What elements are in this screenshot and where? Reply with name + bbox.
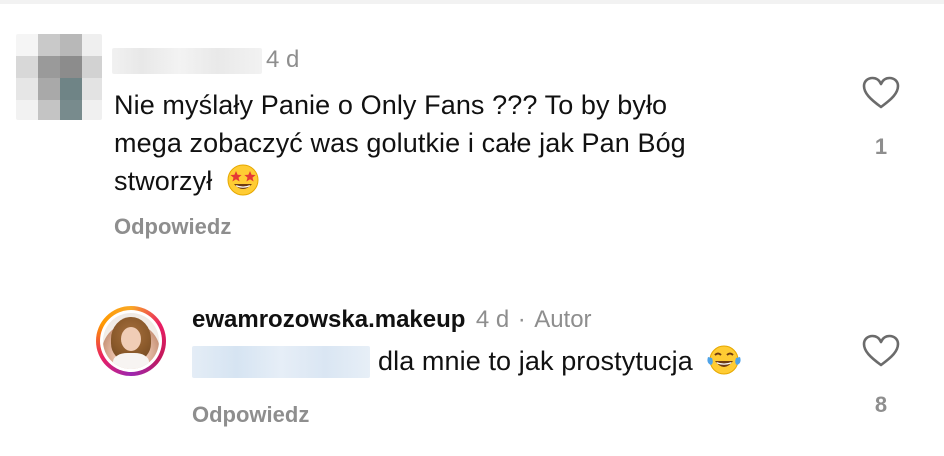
- comment-timestamp: 4 d: [266, 46, 300, 73]
- comment-line-3: stworzył: [114, 166, 213, 196]
- reply-username[interactable]: ewamrozowska.makeup: [192, 306, 465, 333]
- author-badge: Autor: [534, 306, 592, 333]
- star-struck-emoji: [226, 163, 260, 197]
- blurred-username[interactable]: [112, 48, 262, 74]
- avatar: [103, 313, 159, 369]
- like-heart-icon-2[interactable]: [862, 334, 900, 373]
- reply-header: ewamrozowska.makeup 4 d · Autor: [192, 306, 592, 334]
- reply-timestamp: 4 d: [475, 306, 510, 333]
- reply-text-body: dla mnie to jak prostytucja: [378, 346, 693, 376]
- like-count: 1: [874, 134, 888, 159]
- meta-separator: ·: [517, 306, 526, 333]
- blurred-mention[interactable]: [192, 346, 370, 378]
- like-heart-icon[interactable]: [862, 76, 900, 115]
- top-divider: [0, 0, 944, 4]
- comment-line-1: Nie myślały Panie o Only Fans ??? To by …: [114, 90, 668, 120]
- reply-button-2[interactable]: Odpowiedz: [192, 402, 309, 428]
- like-count-2: 8: [874, 392, 888, 417]
- blurred-avatar[interactable]: [16, 34, 102, 120]
- comment-text: Nie myślały Panie o Only Fans ??? To by …: [114, 86, 834, 200]
- reply-text: dla mnie to jak prostytucja: [378, 342, 742, 380]
- reply-button[interactable]: Odpowiedz: [114, 214, 231, 240]
- tears-of-joy-emoji: [706, 343, 742, 377]
- story-ring-avatar[interactable]: [96, 306, 166, 376]
- comment-line-2: mega zobaczyć was golutkie i całe jak Pa…: [114, 128, 686, 158]
